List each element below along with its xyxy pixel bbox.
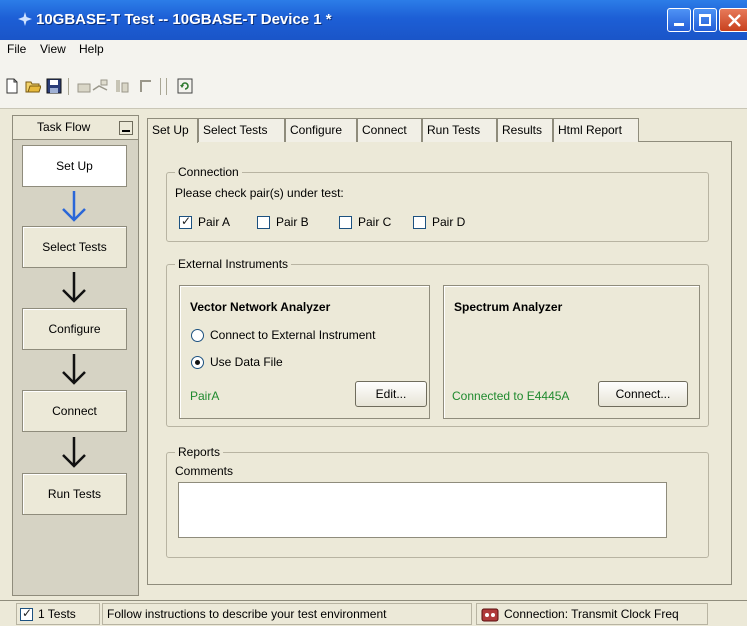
task-flow-title: Task Flow <box>37 120 91 134</box>
pair-d-label: Pair D <box>432 215 466 229</box>
save-icon[interactable] <box>46 78 62 94</box>
tab-results[interactable]: Results <box>497 118 553 142</box>
close-button[interactable] <box>719 8 747 32</box>
tab-select-tests[interactable]: Select Tests <box>198 118 285 142</box>
use-data-file-label: Use Data File <box>210 355 283 369</box>
status-message: Follow instructions to describe your tes… <box>107 607 387 621</box>
use-data-file-radio[interactable] <box>191 356 204 369</box>
tool-icon-2[interactable] <box>92 78 108 94</box>
menu-bar: File View Help <box>0 40 747 59</box>
new-icon[interactable] <box>4 78 20 94</box>
external-instruments-group: External Instruments Vector Network Anal… <box>166 257 709 427</box>
tab-set-up[interactable]: Set Up <box>147 118 198 143</box>
pair-a-label: Pair A <box>198 215 231 229</box>
flow-arrow-icon <box>62 354 86 385</box>
task-step-connect[interactable]: Connect <box>22 390 127 432</box>
comments-label: Comments <box>175 464 234 478</box>
connection-icon <box>481 608 499 622</box>
connect-external-radio[interactable] <box>191 329 204 342</box>
pair-c-checkbox[interactable] <box>339 216 352 229</box>
external-instruments-label: External Instruments <box>175 257 292 271</box>
tool-icon-3[interactable] <box>114 78 130 94</box>
menu-help[interactable]: Help <box>79 42 104 56</box>
vna-title: Vector Network Analyzer <box>190 300 331 314</box>
close-icon <box>728 14 741 27</box>
menu-file[interactable]: File <box>7 42 26 56</box>
connection-status: Connection: Transmit Clock Freq <box>504 607 679 621</box>
app-window: 10GBASE-T Test -- 10GBASE-T Device 1 * F… <box>0 0 747 626</box>
tab-panel: Connection Please check pair(s) under te… <box>147 141 732 585</box>
open-icon[interactable] <box>25 78 41 94</box>
spectrum-title: Spectrum Analyzer <box>454 300 563 314</box>
reports-group-label: Reports <box>175 445 224 459</box>
pair-prompt: Please check pair(s) under test: <box>175 186 344 200</box>
minimize-icon <box>674 23 684 26</box>
toolbar-separator <box>166 78 167 95</box>
flow-arrow-icon <box>62 437 86 468</box>
toolbar-separator <box>160 78 161 95</box>
tab-html-report[interactable]: Html Report <box>553 118 639 142</box>
vna-panel: Vector Network Analyzer Connect to Exter… <box>179 285 430 419</box>
tool-icon-4[interactable] <box>138 78 154 94</box>
tab-configure[interactable]: Configure <box>285 118 357 142</box>
tab-connect[interactable]: Connect <box>357 118 422 142</box>
task-flow-collapse-button[interactable] <box>119 121 133 135</box>
comments-textarea[interactable] <box>178 482 667 538</box>
status-message-segment: Follow instructions to describe your tes… <box>102 603 472 625</box>
toolbar-separator <box>68 78 69 95</box>
connection-group-label: Connection <box>175 165 242 179</box>
flow-arrow-icon <box>62 191 86 222</box>
window-title: 10GBASE-T Test -- 10GBASE-T Device 1 * <box>36 11 332 28</box>
task-step-run-tests[interactable]: Run Tests <box>22 473 127 515</box>
maximize-button[interactable] <box>693 8 717 32</box>
data-file-name: PairA <box>190 389 220 403</box>
spectrum-analyzer-panel: Spectrum Analyzer Connected to E4445A Co… <box>443 285 700 419</box>
pair-c-label: Pair C <box>358 215 392 229</box>
connection-group: Connection Please check pair(s) under te… <box>166 165 709 242</box>
spectrum-status: Connected to E4445A <box>452 389 570 403</box>
pair-a-checkbox[interactable] <box>179 214 192 229</box>
connect-button[interactable]: Connect... <box>598 381 688 407</box>
menu-view[interactable]: View <box>40 42 66 56</box>
flow-arrow-icon <box>62 272 86 303</box>
task-step-configure[interactable]: Configure <box>22 308 127 350</box>
tests-count: 1 Tests <box>38 607 76 621</box>
tab-run-tests[interactable]: Run Tests <box>422 118 497 142</box>
edit-button[interactable]: Edit... <box>355 381 427 407</box>
task-step-select-tests[interactable]: Select Tests <box>22 226 127 268</box>
connection-status-segment: Connection: Transmit Clock Freq <box>476 603 708 625</box>
task-step-set-up[interactable]: Set Up <box>22 145 127 187</box>
task-flow-header: Task Flow <box>12 115 139 140</box>
pair-b-label: Pair B <box>276 215 309 229</box>
tests-count-segment: 1 Tests <box>16 603 100 625</box>
tests-checkbox[interactable] <box>20 606 33 621</box>
tool-icon-1[interactable] <box>76 78 92 94</box>
app-star-icon <box>18 12 32 26</box>
title-bar[interactable]: 10GBASE-T Test -- 10GBASE-T Device 1 * <box>0 0 747 40</box>
pair-d-checkbox[interactable] <box>413 216 426 229</box>
minimize-button[interactable] <box>667 8 691 32</box>
status-bar: 1 Tests Follow instructions to describe … <box>0 600 747 626</box>
pair-b-checkbox[interactable] <box>257 216 270 229</box>
refresh-icon[interactable] <box>177 78 193 94</box>
toolbar <box>0 59 747 109</box>
connect-external-label: Connect to External Instrument <box>210 328 376 342</box>
maximize-icon <box>699 14 711 26</box>
